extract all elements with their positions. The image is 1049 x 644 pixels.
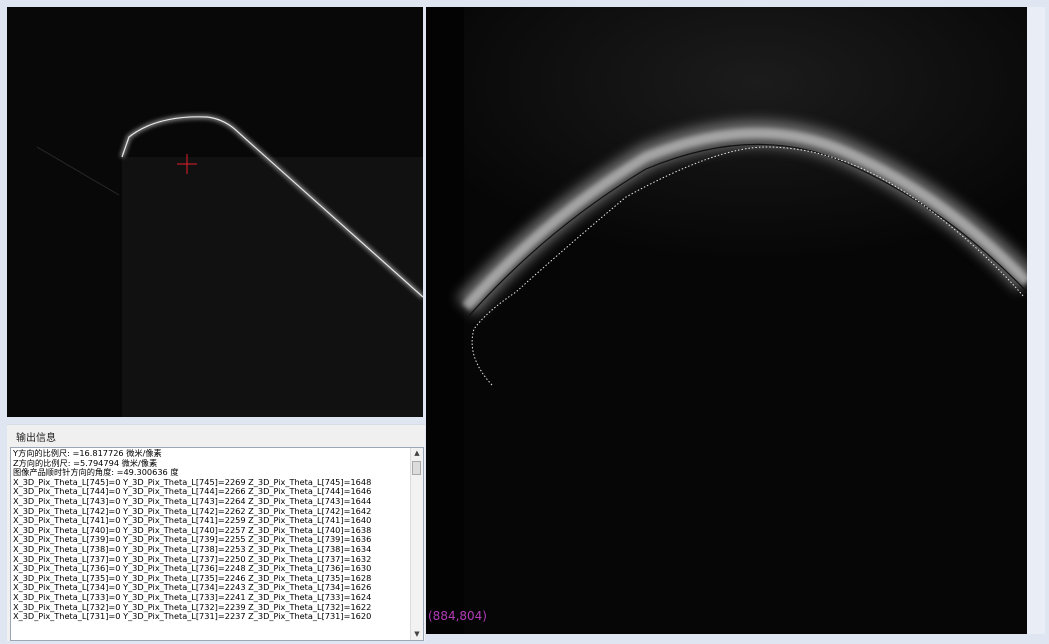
coordinate-readout: (884,804): [428, 609, 487, 623]
scrollbar-thumb[interactable]: [412, 461, 421, 475]
overview-image-panel[interactable]: [7, 7, 423, 417]
zoomed-image-panel[interactable]: [426, 7, 1027, 634]
output-info-panel: 输出信息 Y方向的比例尺: =16.817726 微米/像素 Z方向的比例尺: …: [7, 424, 425, 641]
up-arrow-icon[interactable]: ▲: [411, 448, 423, 459]
output-log-text: Y方向的比例尺: =16.817726 微米/像素 Z方向的比例尺: =5.79…: [13, 449, 409, 631]
output-info-title: 输出信息: [16, 433, 56, 444]
zoomed-scan-image[interactable]: [426, 7, 1027, 634]
output-log-box[interactable]: Y方向的比例尺: =16.817726 微米/像素 Z方向的比例尺: =5.79…: [10, 447, 424, 641]
right-margin-strip: [1027, 7, 1045, 634]
overview-scan-image[interactable]: [7, 7, 423, 417]
log-line: X_3D_Pix_Theta_L[731]=0 Y_3D_Pix_Theta_L…: [13, 611, 372, 622]
log-scrollbar[interactable]: ▲ ▼: [410, 448, 423, 640]
down-arrow-icon[interactable]: ▼: [411, 629, 423, 640]
